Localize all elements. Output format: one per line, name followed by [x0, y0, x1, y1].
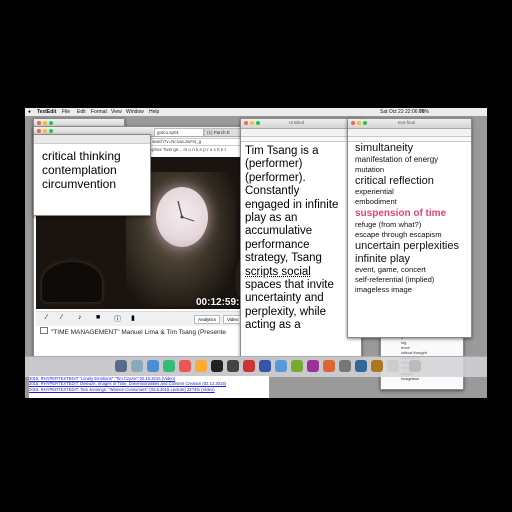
keyword-line: experiential: [355, 187, 394, 197]
terminal-icon[interactable]: [355, 360, 367, 372]
video-title[interactable]: "TIME MANAGEMENT" Manuel Lima & Tim Tsan…: [51, 329, 226, 336]
textedit-window-right[interactable]: text-final simultaneity manifestation of …: [347, 118, 472, 338]
menu-window[interactable]: Window: [126, 108, 144, 116]
window-titlebar[interactable]: [34, 135, 150, 144]
note-window-left[interactable]: critical thinking contemplation circumve…: [33, 134, 151, 216]
text-line: accumulative: [245, 225, 313, 238]
caption-icon: [40, 327, 48, 334]
tab-1[interactable]: gotcu.sp01: [154, 128, 204, 136]
xcode-icon[interactable]: [275, 360, 287, 372]
keynote-icon[interactable]: [323, 360, 335, 372]
keyword-line: infinite play: [355, 252, 411, 265]
finder-icon[interactable]: [115, 360, 127, 372]
window-title: Untitled: [289, 120, 305, 125]
menu-format[interactable]: Format: [91, 108, 107, 116]
desktop-screen: ● TextEdit File Edit Format View Window …: [25, 108, 487, 398]
text-line: strategy, Tsang: [245, 252, 322, 265]
text-line: (performer): [245, 158, 303, 171]
keyword-line: critical reflection: [355, 174, 434, 187]
keyword-line: event, game, concert: [355, 265, 426, 275]
keyword-line: simultaneity: [355, 142, 414, 154]
text-line: scripts social: [245, 265, 311, 278]
music-note-icon[interactable]: ♪: [78, 314, 82, 321]
menu-app-name[interactable]: TextEdit: [37, 108, 56, 116]
menu-edit[interactable]: Edit: [77, 108, 86, 116]
player-toolbar: ∕ ∕ ♪ ■ ⓘ ▮ Analytics Video M: [36, 311, 272, 326]
keyword-line: suspension of time: [355, 208, 447, 220]
wand-icon[interactable]: ∕: [46, 314, 47, 321]
text-line: (performer).: [245, 171, 306, 184]
note-line: contemplation: [42, 163, 117, 177]
format-toolbar[interactable]: [241, 129, 361, 137]
menu-help[interactable]: Help: [149, 108, 159, 116]
analytics-button[interactable]: Analytics: [194, 315, 221, 324]
vlc-icon[interactable]: [371, 360, 383, 372]
clock-hands-icon: [177, 200, 195, 222]
keyword-line: imageless image: [355, 285, 412, 295]
link-item[interactable]: 2015: RHYPERTEXTEDIT: Tom Jennings: "Wom…: [29, 387, 269, 392]
keyword-line: embodiment: [355, 197, 397, 207]
contacts-icon[interactable]: [227, 360, 239, 372]
text-line: uncertainty and: [245, 292, 324, 305]
menu-view[interactable]: View: [111, 108, 122, 116]
keyword-line: refuge (from what?): [355, 220, 422, 230]
keyword-line: mutation: [355, 164, 385, 174]
link-list: 2015: RHYPERTEXTEDIT "Lonely Emotions" "…: [29, 376, 269, 398]
calendar-icon[interactable]: [211, 360, 223, 372]
settings-icon[interactable]: [339, 360, 351, 372]
window-controls[interactable]: [244, 121, 262, 126]
note-line: circumvention: [42, 177, 117, 191]
performer-silhouette: [42, 262, 102, 302]
text-line: Tim Tsang is a: [245, 145, 319, 157]
photos-icon[interactable]: [179, 360, 191, 372]
address-bar[interactable]: watch?v=Nc1wLJwH4_g: [149, 138, 243, 146]
appstore-icon[interactable]: [259, 360, 271, 372]
menu-bar: ● TextEdit File Edit Format View Window …: [25, 108, 487, 116]
text-line: spaces that invite: [245, 279, 334, 292]
sound-icon[interactable]: ▮: [131, 314, 135, 322]
text-line: acting as a: [245, 319, 301, 332]
menu-clock[interactable]: Sat Oct 22 22:06:06: [380, 108, 424, 116]
keyword-line: self-referential (implied): [355, 275, 435, 285]
photoshop-icon[interactable]: [307, 360, 319, 372]
info-icon[interactable]: ⓘ: [114, 314, 121, 324]
keyword-line: escape through escapism: [355, 230, 442, 240]
notes-icon[interactable]: [195, 360, 207, 372]
dock: [25, 356, 487, 377]
launchpad-icon[interactable]: [131, 360, 143, 372]
textedit-icon[interactable]: [387, 360, 399, 372]
text-line: play as an: [245, 212, 298, 225]
keyword-line: manifestation of energy: [355, 154, 439, 164]
window-titlebar[interactable]: Untitled: [241, 119, 361, 129]
numbers-icon[interactable]: [291, 360, 303, 372]
text-line: perplexity, while: [245, 305, 326, 318]
document-text[interactable]: Tim Tsang is a (performer) (performer). …: [245, 145, 359, 333]
messages-icon[interactable]: [163, 360, 175, 372]
keyword-document[interactable]: simultaneity manifestation of energy mutat…: [355, 142, 471, 295]
comment-icon[interactable]: ■: [96, 314, 100, 321]
text-line: engaged in infinite: [245, 198, 339, 211]
video-caption: "TIME MANAGEMENT" Manuel Lima & Tim Tsan…: [36, 327, 272, 339]
keyword-line: uncertain perplexities: [355, 240, 459, 253]
textedit-window-middle[interactable]: Untitled Tim Tsang is a (performer) (per…: [240, 118, 362, 358]
format-toolbar[interactable]: [348, 129, 471, 137]
window-titlebar[interactable]: text-final: [348, 119, 471, 129]
trash-icon[interactable]: [409, 360, 421, 372]
note-line: critical thinking: [42, 149, 121, 163]
apple-icon[interactable]: ●: [28, 108, 31, 116]
magic-icon[interactable]: ∕: [61, 314, 62, 321]
safari-icon[interactable]: [147, 360, 159, 372]
clock-image: [156, 187, 208, 247]
music-icon[interactable]: [243, 360, 255, 372]
window-controls[interactable]: [351, 121, 369, 126]
ruler[interactable]: [241, 137, 361, 142]
window-title: text-final: [398, 120, 416, 125]
text-line: Constantly: [245, 185, 300, 198]
text-line: performance: [245, 238, 310, 251]
note-text[interactable]: critical thinking contemplation circumve…: [42, 149, 148, 191]
menu-file[interactable]: File: [62, 108, 70, 116]
